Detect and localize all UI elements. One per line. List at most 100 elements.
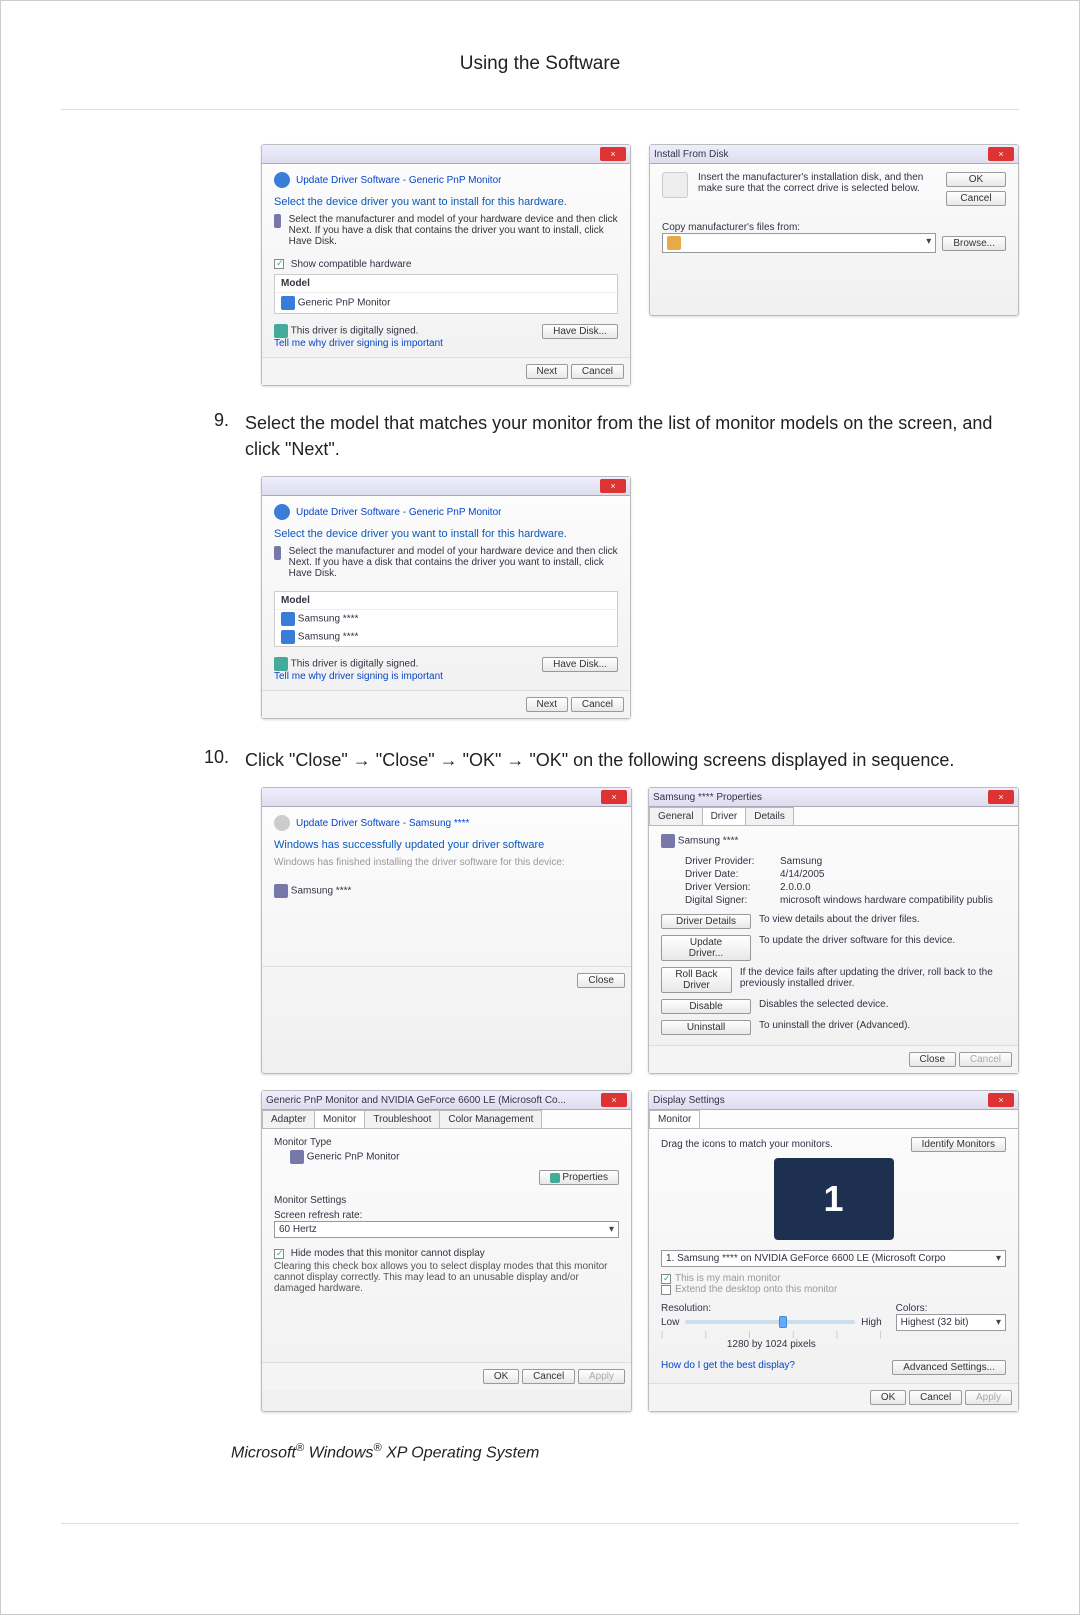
refresh-select[interactable]: 60 Hertz (274, 1221, 619, 1238)
step-9: 9. Select the model that matches your mo… (201, 410, 1019, 462)
hide-modes-checkbox[interactable] (274, 1249, 284, 1259)
page-title: Using the Software (61, 53, 1019, 75)
device-icon (274, 214, 281, 228)
divider (61, 1523, 1019, 1524)
update-driver-wizard-1: × Update Driver Software - Generic PnP M… (261, 144, 631, 386)
ok-button[interactable]: OK (870, 1390, 906, 1405)
ok-button[interactable]: OK (946, 172, 1006, 187)
tab-adapter[interactable]: Adapter (262, 1110, 315, 1128)
tab-monitor[interactable]: Monitor (649, 1110, 700, 1128)
tab-monitor[interactable]: Monitor (314, 1110, 365, 1128)
close-icon[interactable]: × (988, 147, 1014, 161)
model-header: Model (275, 592, 617, 610)
ok-button[interactable]: OK (483, 1369, 519, 1384)
signed-text: This driver is digitally signed. (291, 326, 419, 337)
monitor-type: Generic PnP Monitor (307, 1152, 400, 1163)
window-title: Install From Disk (654, 149, 728, 160)
close-button[interactable]: Close (577, 973, 625, 988)
success-sub: Windows has finished installing the driv… (274, 857, 619, 868)
main-monitor-label: This is my main monitor (675, 1273, 781, 1284)
display-settings-dialog: Display Settings × Monitor Drag the icon… (648, 1090, 1019, 1412)
browse-button[interactable]: Browse... (942, 236, 1006, 251)
roll-back-button[interactable]: Roll Back Driver (661, 967, 732, 993)
apply-button: Apply (578, 1369, 625, 1384)
kv-key: Driver Provider: (685, 856, 780, 867)
close-icon[interactable]: × (600, 479, 626, 493)
shield-icon (274, 657, 288, 671)
wizard-body: Select the manufacturer and model of you… (289, 214, 618, 247)
shield-icon (274, 324, 288, 338)
close-icon[interactable]: × (601, 790, 627, 804)
monitor-preview[interactable]: 1 (774, 1158, 894, 1240)
cancel-button[interactable]: Cancel (571, 364, 624, 379)
cancel-button[interactable]: Cancel (571, 697, 624, 712)
monitor-icon (281, 630, 295, 644)
uninstall-button[interactable]: Uninstall (661, 1020, 751, 1035)
cancel-button[interactable]: Cancel (522, 1369, 575, 1384)
back-icon[interactable] (274, 504, 290, 520)
path-select[interactable] (662, 233, 936, 253)
model-row[interactable]: Samsung **** (275, 610, 617, 628)
window-title: Generic PnP Monitor and NVIDIA GeForce 6… (266, 1095, 566, 1106)
resolution-slider[interactable] (685, 1320, 855, 1324)
resolution-label: Resolution: (661, 1303, 882, 1314)
have-disk-button[interactable]: Have Disk... (542, 324, 618, 339)
model-header: Model (275, 275, 617, 293)
close-icon[interactable]: × (988, 790, 1014, 804)
tab-troubleshoot[interactable]: Troubleshoot (364, 1110, 440, 1128)
model-name: Generic PnP Monitor (298, 298, 391, 309)
kv-key: Driver Version: (685, 882, 780, 893)
update-driver-button[interactable]: Update Driver... (661, 935, 751, 961)
close-icon[interactable]: × (600, 147, 626, 161)
show-compatible-checkbox[interactable] (274, 259, 284, 269)
display-select[interactable]: 1. Samsung **** on NVIDIA GeForce 6600 L… (661, 1250, 1006, 1267)
disable-button[interactable]: Disable (661, 999, 751, 1014)
next-button[interactable]: Next (526, 697, 569, 712)
hide-modes-msg: Clearing this check box allows you to se… (274, 1261, 619, 1294)
monitor-settings-label: Monitor Settings (274, 1195, 619, 1206)
copy-from-label: Copy manufacturer's files from: (662, 222, 1006, 233)
close-button[interactable]: Close (909, 1052, 957, 1067)
device-icon (274, 884, 288, 898)
tab-general[interactable]: General (649, 807, 703, 825)
identify-button[interactable]: Identify Monitors (911, 1137, 1006, 1152)
kv-val: Samsung (780, 856, 822, 867)
hide-modes-label: Hide modes that this monitor cannot disp… (291, 1248, 485, 1259)
signing-link[interactable]: Tell me why driver signing is important (274, 671, 443, 682)
monitor-icon (281, 612, 295, 626)
advanced-button[interactable]: Advanced Settings... (892, 1360, 1006, 1375)
monitor-adapter-dialog: Generic PnP Monitor and NVIDIA GeForce 6… (261, 1090, 632, 1412)
kv-val: 4/14/2005 (780, 869, 825, 880)
tab-color[interactable]: Color Management (439, 1110, 542, 1128)
breadcrumb: Update Driver Software - Generic PnP Mon… (296, 175, 501, 186)
model-row[interactable]: Generic PnP Monitor (275, 293, 617, 313)
next-button[interactable]: Next (526, 364, 569, 379)
cancel-button[interactable]: Cancel (909, 1390, 962, 1405)
colors-label: Colors: (896, 1303, 1006, 1314)
have-disk-button[interactable]: Have Disk... (542, 657, 618, 672)
show-compatible-label: Show compatible hardware (291, 259, 412, 270)
properties-button[interactable]: Properties (539, 1170, 619, 1185)
close-icon[interactable]: × (601, 1093, 627, 1107)
signing-link[interactable]: Tell me why driver signing is important (274, 338, 443, 349)
refresh-label: Screen refresh rate: (274, 1210, 619, 1221)
device-icon (661, 834, 675, 848)
model-row[interactable]: Samsung **** (275, 628, 617, 646)
wizard-heading: Select the device driver you want to ins… (274, 196, 618, 208)
step-10: 10. Click "Close" → "Close" → "OK" → "OK… (201, 747, 1019, 773)
cancel-button[interactable]: Cancel (946, 191, 1006, 206)
back-icon (274, 815, 290, 831)
shield-icon (550, 1173, 560, 1183)
tab-driver[interactable]: Driver (702, 807, 747, 825)
main-monitor-checkbox (661, 1274, 671, 1284)
step-number: 10. (201, 747, 229, 773)
driver-details-button[interactable]: Driver Details (661, 914, 751, 929)
close-icon[interactable]: × (988, 1093, 1014, 1107)
monitor-icon (290, 1150, 304, 1164)
btn-desc: To update the driver software for this d… (759, 935, 955, 961)
colors-select[interactable]: Highest (32 bit) (896, 1314, 1006, 1331)
tab-details[interactable]: Details (745, 807, 794, 825)
best-display-link[interactable]: How do I get the best display? (661, 1360, 795, 1375)
back-icon[interactable] (274, 172, 290, 188)
cancel-button: Cancel (959, 1052, 1012, 1067)
